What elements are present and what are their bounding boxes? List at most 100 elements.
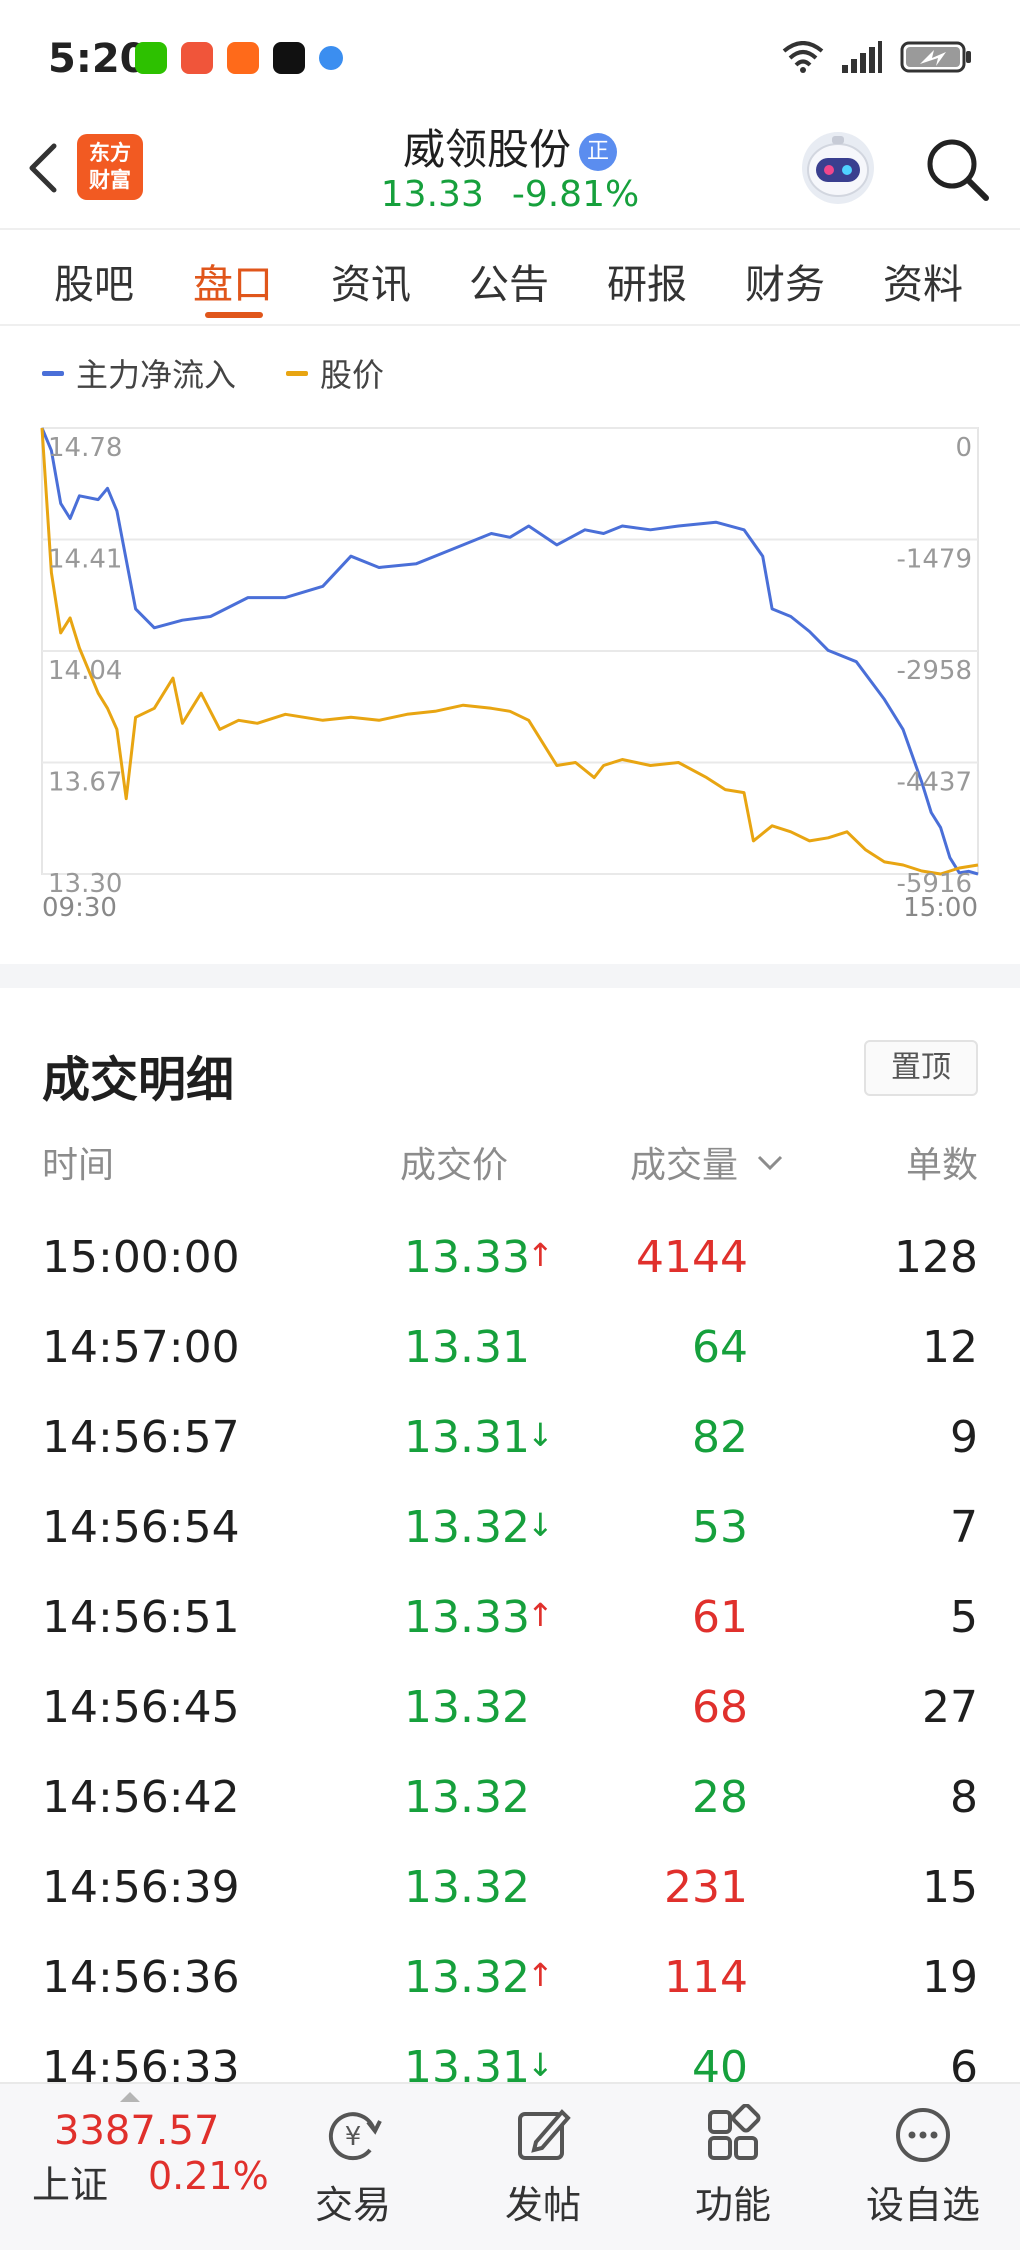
fund-flow-chart[interactable]: 14.7814.4114.0413.6713.300-1479-2958-443… [0, 410, 1020, 930]
row-price: 13.31 [404, 1322, 530, 1373]
row-direction-arrow: ↑ [527, 1236, 554, 1274]
tab-news[interactable]: 资讯 [331, 252, 411, 310]
chart-legend: 主力净流入 股价 [42, 350, 384, 396]
tab-profile[interactable]: 资料 [883, 252, 963, 310]
legend-item-price: 股价 [286, 350, 384, 396]
stock-price: 13.33 [380, 174, 484, 215]
row-price: 13.31 [404, 2042, 530, 2082]
row-count: 8 [950, 1772, 978, 1823]
row-count: 12 [922, 1322, 978, 1373]
col-header-price[interactable]: 成交价 [400, 1136, 508, 1188]
left-tick-label: 13.67 [48, 768, 122, 798]
expand-index-icon[interactable] [120, 2092, 140, 2102]
tab-announcements[interactable]: 公告 [469, 252, 549, 310]
row-direction-arrow: ↓ [527, 1416, 554, 1454]
left-tick-label: 14.41 [48, 545, 122, 575]
more-dots-icon [896, 2108, 950, 2162]
nav-post-label: 发帖 [504, 2183, 581, 2227]
row-time: 14:56:36 [42, 1952, 240, 2003]
chevron-down-icon [758, 1155, 783, 1171]
col-header-count: 单数 [905, 1145, 978, 1186]
send-app-icon [227, 42, 259, 74]
left-tick-label: 14.04 [48, 656, 122, 686]
tab-research[interactable]: 研报 [607, 252, 687, 310]
legend-swatch-price [286, 370, 309, 376]
tab-guba[interactable]: 股吧 [54, 252, 134, 310]
right-tick-label: -4437 [896, 768, 972, 798]
pin-top-button[interactable]: 置顶 [864, 1040, 978, 1096]
right-tick-label: -2958 [896, 656, 972, 686]
row-count: 6 [950, 2042, 978, 2082]
row-price: 13.33 [404, 1592, 530, 1643]
row-volume: 82 [692, 1412, 748, 1463]
row-time: 14:56:42 [42, 1772, 240, 1823]
right-tick-label: -1479 [896, 545, 972, 575]
row-count: 15 [922, 1862, 978, 1913]
nav-add-watchlist-label: 设自选 [865, 2183, 980, 2227]
nav-functions[interactable]: 功能 [668, 2104, 798, 2229]
row-count: 5 [950, 1592, 978, 1643]
row-volume: 28 [692, 1772, 748, 1823]
status-bar: 5:20 [0, 0, 1020, 110]
row-volume: 231 [664, 1862, 748, 1913]
tab-finance[interactable]: 财务 [745, 252, 825, 310]
robot-assistant-icon[interactable] [798, 128, 878, 208]
row-volume: 40 [692, 2042, 748, 2082]
index-change[interactable]: 0.21% [148, 2154, 269, 2198]
row-price: 13.32 [404, 1502, 530, 1553]
tab-pankou[interactable]: 盘口 [193, 252, 273, 310]
status-time: 5:20 [48, 36, 148, 82]
verified-badge: 正 [579, 133, 617, 171]
grid-icon [708, 2104, 761, 2160]
nav-trade[interactable]: ¥ 交易 [288, 2104, 418, 2229]
table-row: 14:56:57 13.31 ↓ 82 9 [0, 1412, 1020, 1502]
row-volume: 68 [692, 1682, 748, 1733]
row-count: 27 [922, 1682, 978, 1733]
col-header-volume[interactable]: 成交量 [630, 1136, 785, 1188]
left-tick-label: 14.78 [48, 433, 122, 463]
row-volume: 64 [692, 1322, 748, 1373]
transaction-list[interactable]: 15:00:00 13.33 ↑ 4144 128 14:57:00 13.31 64 12 14… [0, 1232, 1020, 2082]
row-time: 14:56:51 [42, 1592, 240, 1643]
signal-icon [842, 41, 882, 73]
row-count: 7 [950, 1502, 978, 1553]
wifi-icon [782, 41, 824, 73]
bottom-bar: 3387.57 上证 0.21% ¥ 交易 发帖 功能 设自选 [0, 2082, 1020, 2250]
row-count: 128 [894, 1232, 978, 1283]
row-time: 14:56:33 [42, 2042, 240, 2082]
row-time: 14:56:54 [42, 1502, 240, 1553]
x-tick-label: 09:30 [42, 893, 117, 923]
table-row: 14:56:33 13.31 ↓ 40 6 [0, 2042, 1020, 2082]
legend-swatch-main-flow [42, 370, 64, 376]
row-direction-arrow: ↓ [527, 1506, 554, 1544]
legend-item-main-flow: 主力净流入 [42, 350, 236, 396]
tab-bar: 股吧 盘口 资讯 公告 研报 财务 资料 [0, 228, 1020, 326]
legend-label-price: 股价 [320, 356, 385, 394]
nav-post[interactable]: 发帖 [478, 2104, 608, 2229]
x-tick-label: 15:00 [903, 893, 978, 923]
nav-functions-label: 功能 [694, 2183, 771, 2227]
row-price: 13.32 [404, 1862, 530, 1913]
legend-label-main-flow: 主力净流入 [76, 356, 237, 394]
row-time: 14:56:45 [42, 1682, 240, 1733]
index-name[interactable]: 上证 [32, 2154, 108, 2209]
row-price: 13.32 [404, 1772, 530, 1823]
col-header-volume-label: 成交量 [630, 1145, 739, 1186]
row-direction-arrow: ↑ [527, 1956, 554, 1994]
search-icon[interactable] [922, 134, 992, 204]
battery-charging-icon [900, 41, 971, 73]
row-direction-arrow: ↑ [527, 1596, 554, 1634]
row-volume: 114 [664, 1952, 748, 2003]
right-tick-label: 0 [955, 433, 972, 463]
tiktok-icon [273, 42, 305, 74]
stock-header: 东方 财富 威领股份正 13.33 -9.81% [0, 110, 1020, 228]
table-row: 14:56:39 13.32 231 15 [0, 1862, 1020, 1952]
row-volume: 4144 [636, 1232, 748, 1283]
table-row: 14:57:00 13.31 64 12 [0, 1322, 1020, 1412]
row-time: 14:56:57 [42, 1412, 240, 1463]
index-value[interactable]: 3387.57 [54, 2108, 219, 2154]
notification-icons [135, 42, 343, 74]
nav-add-watchlist[interactable]: 设自选 [858, 2104, 988, 2229]
table-row: 14:56:54 13.32 ↓ 53 7 [0, 1502, 1020, 1592]
table-row: 14:56:42 13.32 28 8 [0, 1772, 1020, 1862]
